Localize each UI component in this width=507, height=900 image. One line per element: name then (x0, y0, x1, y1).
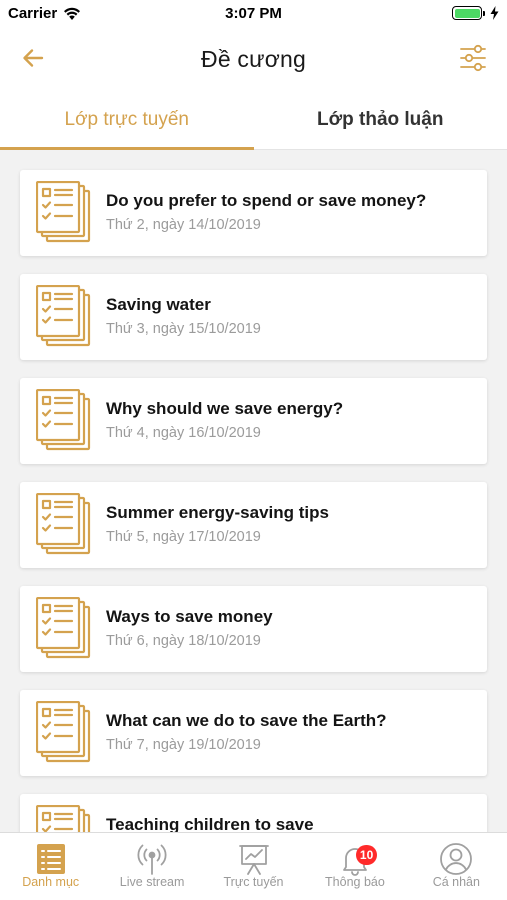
list-icon (36, 844, 65, 874)
notification-badge: 10 (355, 845, 378, 865)
user-icon (440, 843, 473, 875)
filter-button[interactable] (457, 42, 489, 74)
lesson-title: Saving water (106, 295, 211, 314)
syllabus-icon (36, 701, 92, 763)
syllabus-icon (36, 493, 92, 555)
page-title: Đề cương (201, 45, 306, 72)
lesson-card[interactable]: Teaching children to save (20, 794, 487, 832)
arrow-left-icon (23, 49, 44, 67)
lesson-date: Thứ 7, ngày 19/10/2019 (106, 737, 261, 753)
battery-icon (452, 6, 485, 20)
lesson-title: Summer energy-saving tips (106, 503, 329, 522)
lesson-date: Thứ 2, ngày 14/10/2019 (106, 217, 261, 233)
syllabus-icon (36, 597, 92, 659)
lesson-title: Teaching children to save (106, 815, 314, 832)
tabbar-label: Live stream (119, 875, 185, 889)
tab-online-class[interactable]: Lớp trực tuyến (0, 90, 254, 150)
lesson-card[interactable]: Why should we save energy? Thứ 4, ngày 1… (20, 378, 487, 464)
tabbar-item-profile[interactable]: Cá nhân (406, 833, 507, 900)
lesson-title: Ways to save money (106, 607, 273, 626)
lesson-card[interactable]: Summer energy-saving tips Thứ 5, ngày 17… (20, 482, 487, 568)
lesson-card[interactable]: Saving water Thứ 3, ngày 15/10/2019 (20, 274, 487, 360)
tabbar-item-live-stream[interactable]: Live stream (101, 833, 202, 900)
segment-tabs: Lớp trực tuyến Lớp thảo luận (0, 90, 507, 150)
tabbar-item-catalog[interactable]: Danh mục (0, 833, 101, 900)
status-right (452, 6, 499, 20)
bottom-tab-bar: Danh mục Live stream Trực tuyến 10 Thông… (0, 832, 507, 900)
tabbar-item-online[interactable]: Trực tuyến (203, 833, 304, 900)
presentation-icon (238, 845, 269, 875)
syllabus-icon (36, 181, 92, 243)
lesson-date: Thứ 4, ngày 16/10/2019 (106, 425, 261, 441)
syllabus-icon (36, 285, 92, 347)
tabbar-label: Cá nhân (432, 875, 480, 889)
lesson-title: Why should we save energy? (106, 399, 344, 418)
tabbar-item-notifications[interactable]: 10 Thông báo (304, 833, 405, 900)
lesson-title: What can we do to save the Earth? (106, 711, 387, 730)
tabbar-label: Danh mục (22, 875, 80, 889)
lesson-list[interactable]: Do you prefer to spend or save money? Th… (0, 151, 507, 832)
charging-icon (490, 6, 499, 20)
tabbar-label: Trực tuyến (223, 875, 284, 889)
tabbar-label: Thông báo (325, 875, 385, 889)
lesson-card[interactable]: What can we do to save the Earth? Thứ 7,… (20, 690, 487, 776)
syllabus-icon (36, 805, 92, 832)
status-bar: Carrier 3:07 PM (0, 0, 507, 28)
lesson-date: Thứ 5, ngày 17/10/2019 (106, 529, 261, 545)
navigation-bar: Đề cương (0, 28, 507, 90)
syllabus-icon (36, 389, 92, 451)
back-button[interactable] (18, 43, 48, 73)
status-time: 3:07 PM (225, 5, 282, 22)
lesson-date: Thứ 3, ngày 15/10/2019 (106, 321, 261, 337)
broadcast-icon (137, 844, 167, 875)
tab-discussion-class[interactable]: Lớp thảo luận (254, 90, 507, 149)
lesson-card[interactable]: Do you prefer to spend or save money? Th… (20, 170, 487, 256)
lesson-card[interactable]: Ways to save money Thứ 6, ngày 18/10/201… (20, 586, 487, 672)
lesson-title: Do you prefer to spend or save money? (106, 191, 427, 210)
lesson-date: Thứ 6, ngày 18/10/2019 (106, 633, 261, 649)
sliders-icon (460, 44, 486, 72)
